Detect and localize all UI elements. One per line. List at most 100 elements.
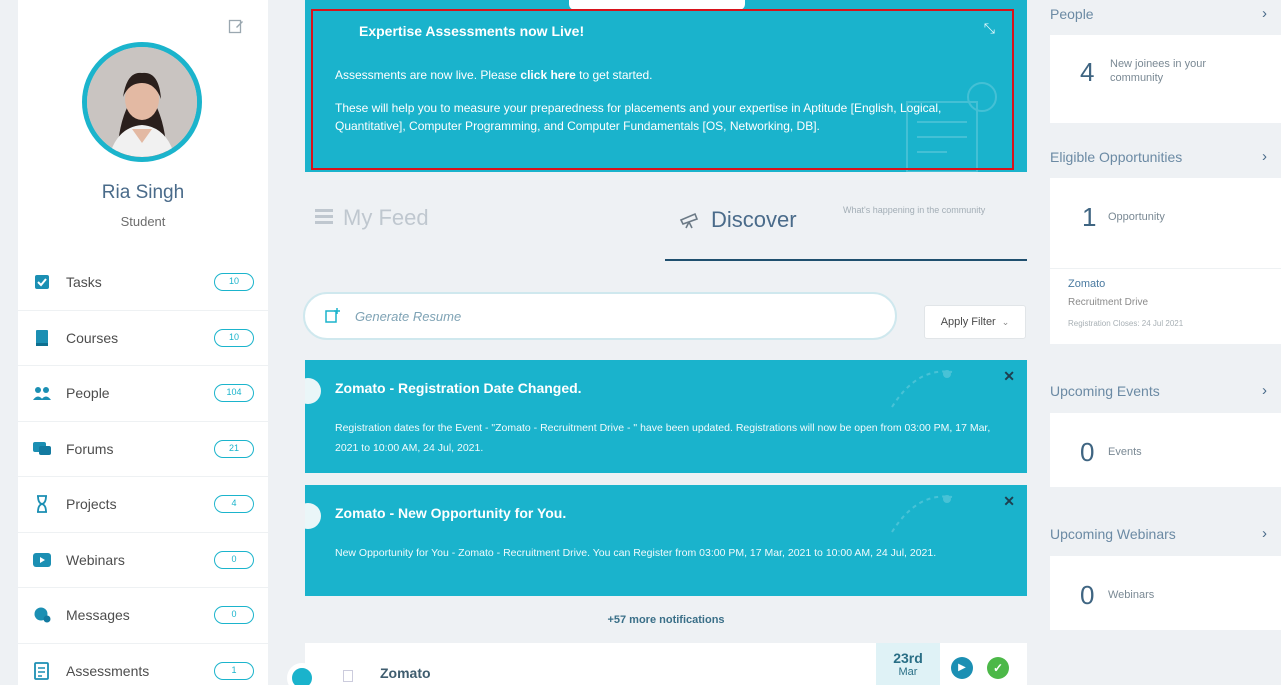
- count-badge: 21: [214, 439, 254, 458]
- sidebar-item-label: People: [66, 385, 110, 402]
- forums-icon: [32, 440, 52, 458]
- filter-label: Apply Filter: [940, 316, 996, 328]
- notification-card[interactable]: Zomato - New Opportunity for You. New Op…: [305, 485, 1027, 596]
- people-text: New joinees in your community: [1110, 58, 1206, 84]
- events-card[interactable]: 0 Events: [1050, 413, 1281, 487]
- opportunities-card[interactable]: 1 Opportunity: [1050, 178, 1281, 268]
- feed-tabs: My Feed Discover What's happening in the…: [305, 185, 1027, 263]
- user-name: Ria Singh: [101, 182, 185, 203]
- count-badge: 0: [214, 550, 254, 569]
- events-heading[interactable]: Upcoming Events: [1050, 383, 1160, 399]
- sidebar: Ria Singh Student Tasks 10 Courses 10 Pe…: [18, 0, 268, 685]
- people-icon: [32, 384, 52, 402]
- notification-title: Zomato - Registration Date Changed.: [335, 380, 582, 396]
- notification-decoration: [891, 370, 953, 408]
- sidebar-item-tasks[interactable]: Tasks 10: [18, 255, 268, 311]
- chevron-right-icon[interactable]: ›: [1262, 148, 1267, 165]
- webinars-count: 0: [1080, 580, 1095, 610]
- book-icon: [32, 329, 52, 347]
- close-icon[interactable]: ✕: [1003, 368, 1015, 385]
- notification-decoration: [891, 495, 953, 533]
- people-card[interactable]: 4 New joinees in your community: [1050, 35, 1281, 123]
- feed-card-title: Zomato: [380, 665, 431, 681]
- tab-label: My Feed: [343, 205, 429, 230]
- sidebar-item-label: Forums: [66, 440, 114, 457]
- document-icon: [343, 670, 353, 682]
- people-count: 4: [1080, 57, 1095, 87]
- notification-card[interactable]: Zomato - Registration Date Changed. Regi…: [305, 360, 1027, 473]
- assessment-icon: [32, 661, 52, 680]
- notification-marker: [305, 503, 321, 529]
- collapse-icon[interactable]: ⤡: [984, 20, 995, 37]
- resume-placeholder: Generate Resume: [355, 308, 462, 324]
- banner-decoration: [906, 82, 997, 172]
- user-role: Student: [120, 214, 166, 229]
- hourglass-icon: [32, 495, 52, 514]
- play-icon[interactable]: ▶: [951, 657, 973, 679]
- sidebar-item-label: Projects: [66, 496, 117, 513]
- tab-subtitle: What's happening in the community: [843, 205, 986, 215]
- sidebar-item-label: Assessments: [66, 662, 150, 679]
- opportunities-heading[interactable]: Eligible Opportunities: [1050, 149, 1182, 165]
- sidebar-item-label: Courses: [66, 329, 119, 346]
- events-count: 0: [1080, 437, 1095, 467]
- apply-filter-button[interactable]: Apply Filter ⌄: [924, 305, 1026, 339]
- sidebar-item-webinars[interactable]: Webinars 0: [18, 533, 268, 588]
- tab-my-feed[interactable]: My Feed: [315, 205, 429, 231]
- sidebar-item-label: Webinars: [66, 551, 125, 568]
- telescope-icon: [679, 211, 699, 234]
- sidebar-item-forums[interactable]: Forums 21: [18, 422, 268, 477]
- opportunity-subtitle: Recruitment Drive: [1068, 297, 1149, 308]
- chat-icon: [32, 606, 52, 624]
- video-icon: [32, 551, 52, 569]
- sidebar-item-assessments[interactable]: Assessments 1: [18, 644, 268, 685]
- count-badge: 10: [214, 328, 254, 347]
- click-here-link[interactable]: click here: [520, 68, 575, 82]
- count-badge: 0: [214, 606, 254, 625]
- webinars-card[interactable]: 0 Webinars: [1050, 556, 1281, 630]
- opportunity-name: Zomato: [1068, 278, 1106, 290]
- webinars-heading[interactable]: Upcoming Webinars: [1050, 526, 1176, 542]
- tab-discover[interactable]: Discover What's happening in the communi…: [665, 185, 1027, 261]
- chevron-down-icon: ⌄: [1001, 316, 1010, 327]
- resume-icon: [325, 307, 341, 326]
- chevron-right-icon[interactable]: ›: [1262, 525, 1267, 542]
- sidebar-item-label: Messages: [66, 607, 130, 624]
- people-heading[interactable]: People: [1050, 6, 1094, 22]
- banner-tab: [569, 0, 745, 10]
- feed-avatar: [287, 663, 317, 685]
- date-month: Mar: [898, 666, 918, 678]
- notification-title: Zomato - New Opportunity for You.: [335, 505, 567, 521]
- date-day: 23rd: [893, 650, 923, 666]
- events-text: Events: [1108, 446, 1142, 458]
- sidebar-menu: Tasks 10 Courses 10 People 104 Forums 21: [18, 255, 268, 685]
- generate-resume-input[interactable]: Generate Resume: [303, 292, 897, 340]
- count-badge: 10: [214, 273, 254, 292]
- announcement-banner: Expertise Assessments now Live! ⤡ Assess…: [305, 0, 1027, 172]
- webinars-text: Webinars: [1108, 589, 1155, 601]
- more-notifications-link[interactable]: +57 more notifications: [305, 614, 1027, 626]
- count-badge: 1: [214, 661, 254, 680]
- edit-icon[interactable]: [228, 18, 246, 36]
- notification-body: Registration dates for the Event - "Zoma…: [335, 422, 991, 454]
- sidebar-item-label: Tasks: [66, 274, 102, 291]
- feed-card[interactable]: Zomato 23rd Mar ▶ ✓: [287, 643, 1027, 685]
- opportunity-item[interactable]: Zomato Recruitment Drive Registration Cl…: [1050, 268, 1281, 344]
- check-icon[interactable]: ✓: [987, 657, 1009, 679]
- notification-body: New Opportunity for You - Zomato - Recru…: [335, 547, 937, 559]
- avatar[interactable]: [82, 42, 202, 162]
- sidebar-item-messages[interactable]: Messages 0: [18, 588, 268, 644]
- opportunities-text: Opportunity: [1108, 211, 1165, 223]
- banner-title: Expertise Assessments now Live!: [359, 23, 585, 39]
- sidebar-item-projects[interactable]: Projects 4: [18, 477, 268, 533]
- banner-line1: Assessments are now live. Please click h…: [335, 68, 653, 82]
- sidebar-item-people[interactable]: People 104: [18, 366, 268, 422]
- close-icon[interactable]: ✕: [1003, 493, 1015, 510]
- count-badge: 104: [214, 384, 254, 403]
- count-badge: 4: [214, 495, 254, 514]
- sidebar-item-courses[interactable]: Courses 10: [18, 311, 268, 366]
- tab-label: Discover: [711, 207, 797, 232]
- chevron-right-icon[interactable]: ›: [1262, 382, 1267, 399]
- chevron-right-icon[interactable]: ›: [1262, 5, 1267, 22]
- date-badge: 23rd Mar: [876, 643, 940, 685]
